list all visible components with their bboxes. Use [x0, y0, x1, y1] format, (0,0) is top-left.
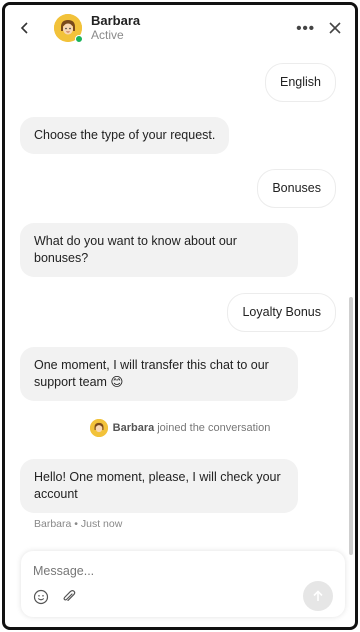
user-message: English — [265, 63, 336, 102]
agent-message: Choose the type of your request. — [20, 117, 230, 154]
arrow-up-icon — [313, 590, 323, 601]
message-meta: Barbara • Just now — [34, 518, 123, 530]
user-message: Loyalty Bonus — [227, 293, 336, 332]
join-notice-name: Barbara — [112, 422, 155, 434]
user-message: Bonuses — [257, 169, 336, 208]
avatar — [54, 14, 83, 43]
agent-name: Barbara — [91, 13, 141, 28]
agent-status: Active — [91, 28, 124, 42]
back-button[interactable] — [5, 5, 45, 51]
message-input[interactable] — [33, 561, 283, 581]
agent-message: Hello! One moment, please, I will check … — [20, 459, 298, 513]
message-list[interactable]: English Choose the type of your request.… — [5, 51, 355, 555]
header-actions: ••• — [296, 18, 355, 39]
join-notice: Barbara joined the conversation — [5, 417, 355, 439]
message-composer — [21, 551, 345, 617]
paperclip-icon[interactable] — [61, 589, 77, 605]
emoji-icon[interactable] — [33, 589, 49, 605]
online-status-dot — [75, 35, 83, 43]
agent-info: Barbara Active — [91, 13, 140, 43]
agent-message: One moment, I will transfer this chat to… — [20, 347, 298, 401]
agent-avatar-small-icon — [89, 419, 108, 437]
chat-window: Barbara Active ••• English Choose the ty… — [2, 2, 358, 630]
close-icon[interactable] — [329, 18, 341, 39]
join-notice-text: joined the conversation — [157, 422, 271, 434]
scrollbar[interactable] — [349, 297, 353, 555]
chat-header: Barbara Active ••• — [5, 5, 355, 51]
more-horizontal-icon[interactable]: ••• — [296, 20, 315, 37]
agent-message: What do you want to know about our bonus… — [20, 223, 298, 277]
send-button[interactable] — [303, 581, 333, 611]
chevron-left-icon — [20, 22, 28, 34]
